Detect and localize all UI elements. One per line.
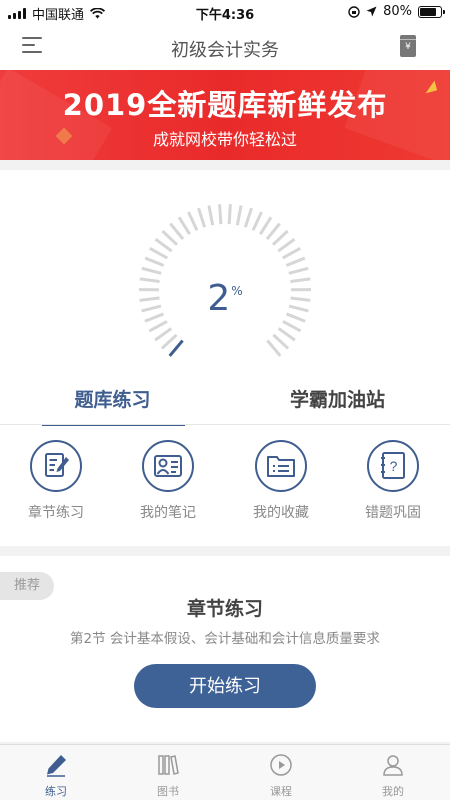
tab-label: 我的 bbox=[382, 785, 404, 798]
tab-study-boost[interactable]: 学霸加油站 bbox=[225, 378, 450, 426]
gauge-tick bbox=[218, 204, 223, 225]
quick-actions: 章节练习 我的笔记 我的收藏 ? 错题巩固 bbox=[0, 440, 450, 530]
gauge-tick bbox=[149, 247, 168, 260]
gauge-tick bbox=[285, 256, 306, 267]
gauge-tick bbox=[271, 229, 289, 246]
tab-practice[interactable]: 练习 bbox=[0, 745, 112, 800]
section-tabs: 题库练习 学霸加油站 bbox=[0, 378, 450, 426]
progress-value: 2% bbox=[125, 278, 325, 319]
page-title: 初级会计实务 bbox=[171, 40, 279, 61]
rotation-lock-icon bbox=[348, 5, 360, 18]
gauge-tick bbox=[169, 222, 185, 241]
quick-action-label: 我的收藏 bbox=[253, 505, 309, 521]
play-circle-icon bbox=[270, 754, 292, 776]
start-practice-button[interactable]: 开始练习 bbox=[134, 664, 316, 708]
quick-action-label: 我的笔记 bbox=[140, 505, 196, 521]
battery-percent: 80% bbox=[383, 4, 412, 19]
recommend-description: 第2节 会计基本假设、会计基础和会计信息质量要求 bbox=[70, 631, 380, 647]
quick-action-chapter-practice[interactable]: 章节练习 bbox=[0, 440, 112, 522]
folder-list-icon bbox=[255, 440, 307, 492]
tab-courses[interactable]: 课程 bbox=[225, 745, 337, 800]
edit-document-icon bbox=[30, 440, 82, 492]
quick-action-mistake-review[interactable]: ? 错题巩固 bbox=[337, 440, 449, 522]
progress-number: 2 bbox=[207, 278, 231, 319]
location-icon bbox=[366, 6, 377, 17]
tab-label: 课程 bbox=[270, 785, 292, 798]
practice-card: 2% 题库练习 学霸加油站 章节练习 我的笔记 我的收藏 ? 错题巩固 bbox=[0, 170, 450, 546]
pencil-icon bbox=[47, 755, 66, 777]
gauge-tick bbox=[282, 320, 302, 333]
gauge-tick bbox=[259, 216, 273, 236]
quick-action-label: 章节练习 bbox=[28, 505, 84, 521]
quick-action-my-notes[interactable]: 我的笔记 bbox=[112, 440, 224, 522]
tab-question-bank[interactable]: 题库练习 bbox=[0, 378, 225, 426]
banner-headline: 2019全新题库新鲜发布 bbox=[62, 88, 388, 122]
gauge-tick bbox=[266, 339, 282, 357]
gauge-tick bbox=[207, 205, 215, 226]
battery-icon bbox=[418, 5, 445, 18]
profile-card-icon bbox=[142, 440, 194, 492]
gauge-tick bbox=[141, 266, 162, 275]
gauge-tick bbox=[227, 204, 232, 225]
gauge-tick bbox=[168, 339, 184, 357]
banner-subtitle: 成就网校带你轻松过 bbox=[152, 130, 297, 149]
gauge-tick bbox=[235, 205, 243, 226]
recommend-title: 章节练习 bbox=[186, 598, 263, 620]
progress-gauge: 2% bbox=[125, 190, 325, 390]
books-icon bbox=[158, 755, 179, 775]
gauge-tick bbox=[288, 266, 309, 275]
nav-bar: 初级会计实务 ¥ bbox=[0, 24, 450, 70]
gauge-tick bbox=[277, 238, 296, 253]
bottom-tab-bar: 练习 图书 课程 我的 bbox=[0, 744, 450, 800]
gauge-tick bbox=[154, 327, 173, 342]
tab-me[interactable]: 我的 bbox=[337, 745, 449, 800]
tab-books[interactable]: 图书 bbox=[112, 745, 224, 800]
gauge-tick bbox=[282, 247, 301, 260]
yen-wallet-icon[interactable]: ¥ bbox=[400, 35, 416, 57]
recommend-card: 推荐 章节练习 第2节 会计基本假设、会计基础和会计信息质量要求 开始练习 bbox=[0, 556, 450, 742]
gauge-tick bbox=[154, 238, 173, 253]
tab-label: 图书 bbox=[157, 785, 179, 798]
gauge-tick bbox=[243, 207, 253, 228]
gauge-tick bbox=[277, 327, 296, 342]
quick-action-my-favorites[interactable]: 我的收藏 bbox=[225, 440, 337, 522]
status-bar: 中国联通 下午4:36 80% bbox=[0, 0, 450, 24]
divider bbox=[0, 424, 450, 425]
gauge-tick bbox=[197, 207, 207, 228]
gauge-tick bbox=[161, 229, 179, 246]
question-notebook-icon: ? bbox=[367, 440, 419, 492]
progress-unit: % bbox=[231, 284, 243, 298]
gauge-tick bbox=[251, 211, 263, 231]
gauge-tick bbox=[160, 333, 178, 350]
user-icon bbox=[383, 755, 403, 776]
gauge-tick bbox=[177, 216, 191, 236]
gauge-tick bbox=[272, 333, 290, 350]
gauge-tick bbox=[144, 256, 165, 267]
gauge-tick bbox=[148, 320, 168, 333]
gauge-tick bbox=[265, 222, 281, 241]
tab-label: 练习 bbox=[45, 785, 67, 798]
promo-banner[interactable]: 2019全新题库新鲜发布 成就网校带你轻松过 bbox=[0, 70, 450, 160]
gauge-tick bbox=[187, 211, 199, 231]
quick-action-label: 错题巩固 bbox=[365, 505, 421, 521]
svg-text:?: ? bbox=[390, 458, 398, 474]
